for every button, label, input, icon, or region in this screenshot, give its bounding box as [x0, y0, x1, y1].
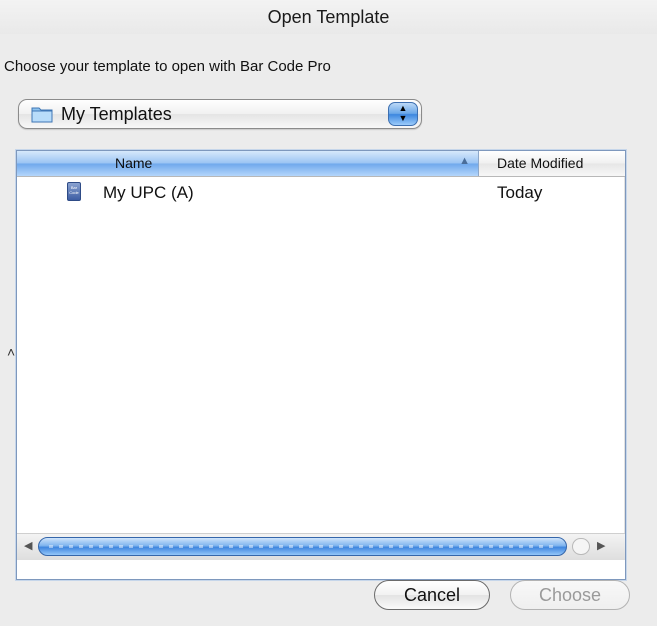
scrollbar-thumb[interactable] [38, 537, 567, 556]
down-arrow-icon: ▼ [398, 113, 408, 123]
scrollbar-track-end [572, 538, 590, 555]
scroll-left-icon[interactable]: ◀ [24, 539, 32, 552]
collapse-caret-icon[interactable]: ˄ [7, 344, 15, 360]
column-header-date-label: Date Modified [497, 155, 584, 171]
choose-button[interactable]: Choose [510, 580, 630, 610]
location-popup-label: My Templates [61, 104, 172, 124]
popup-stepper-icon[interactable]: ▲ ▼ [388, 102, 418, 126]
folder-icon [31, 105, 53, 123]
column-header-name-label: Name [115, 155, 153, 171]
column-divider [624, 177, 625, 547]
scroll-right-icon[interactable]: ▶ [597, 539, 605, 552]
column-headers: Name ▲ Date Modified [17, 151, 625, 177]
column-header-date-modified[interactable]: Date Modified [479, 151, 625, 176]
file-row[interactable]: Bar Code My UPC (A) Today [17, 178, 625, 208]
window-title: Open Template [0, 0, 657, 34]
cancel-button[interactable]: Cancel [374, 580, 490, 610]
sort-ascending-icon: ▲ [459, 155, 470, 167]
location-popup[interactable]: My Templates ▲ ▼ [18, 99, 422, 129]
horizontal-scrollbar[interactable]: ◀ ▶ [17, 533, 625, 560]
barcode-document-icon: Bar Code [67, 182, 81, 201]
file-browser[interactable]: Name ▲ Date Modified Bar Code My UPC (A) … [16, 150, 626, 580]
file-date: Today [497, 183, 543, 202]
file-name: My UPC (A) [103, 183, 194, 202]
up-arrow-icon: ▲ [398, 103, 408, 113]
column-header-name[interactable]: Name ▲ [17, 151, 479, 176]
prompt-text: Choose your template to open with Bar Co… [4, 58, 331, 75]
